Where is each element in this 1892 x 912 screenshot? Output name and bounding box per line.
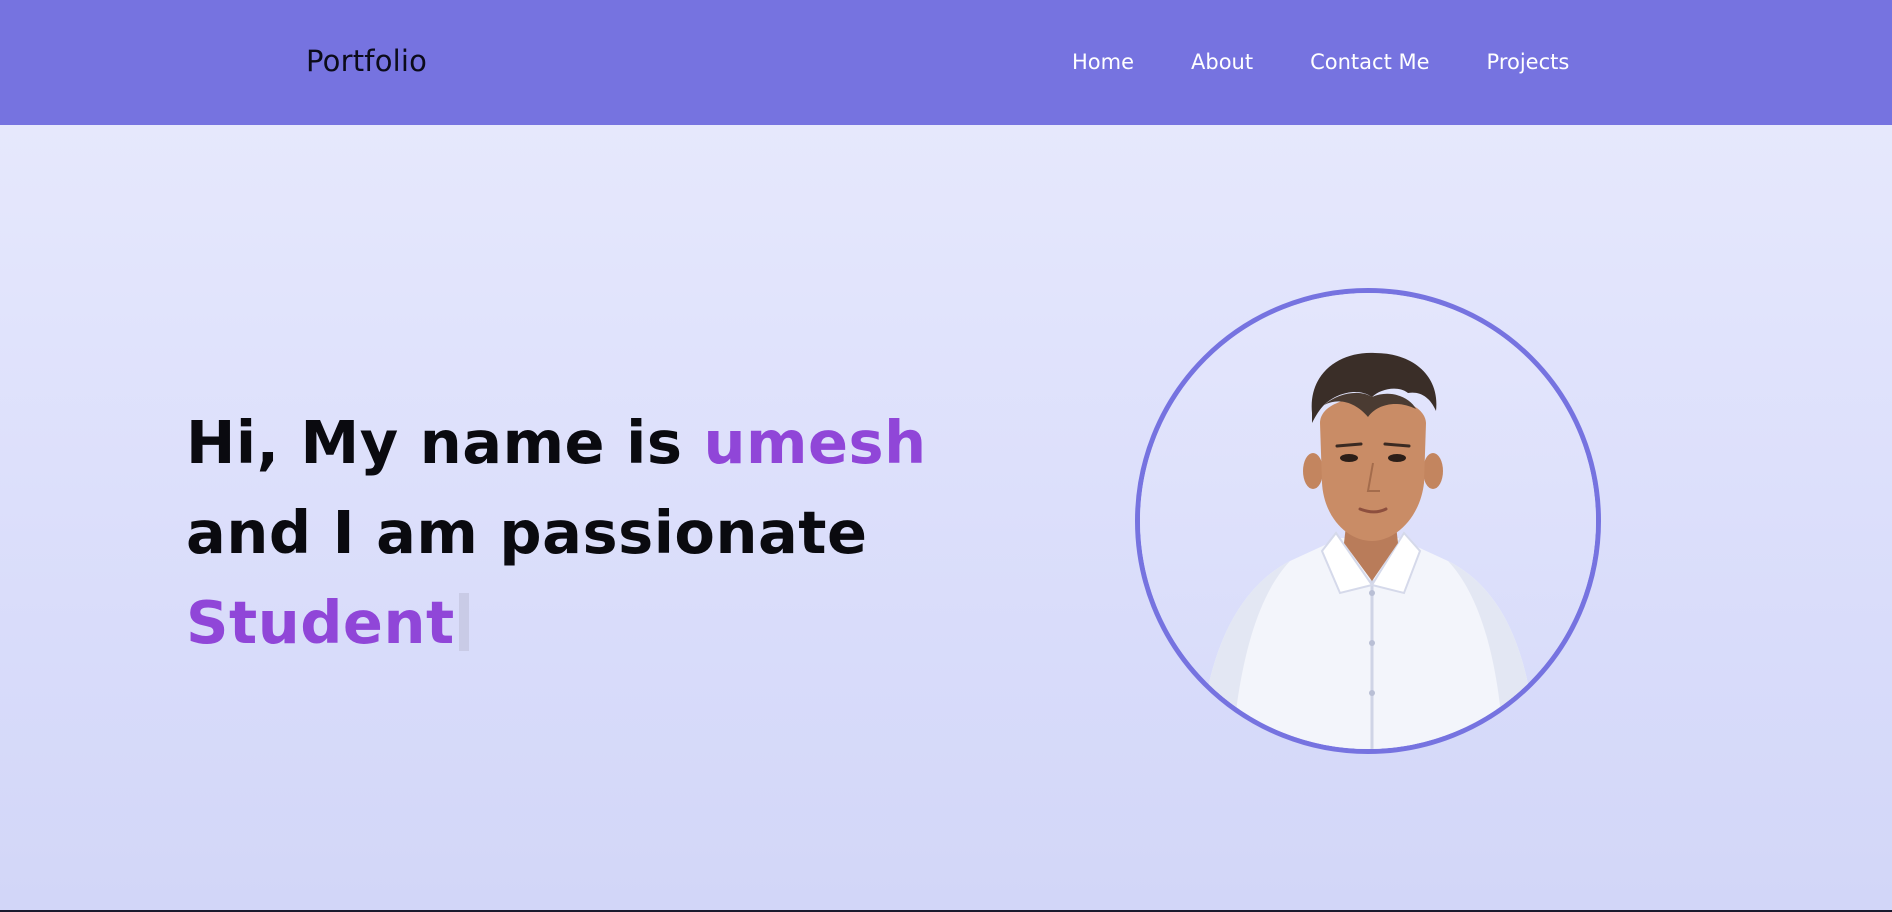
profile-photo (1135, 288, 1601, 754)
hero-line-3: Student (186, 578, 927, 668)
hero-line-1: Hi, My name is umesh (186, 398, 927, 488)
nav-link-projects[interactable]: Projects (1487, 50, 1570, 74)
nav-link-home[interactable]: Home (1072, 50, 1134, 74)
nav-link-contact[interactable]: Contact Me (1310, 50, 1429, 74)
hero-greeting: Hi, My name is (186, 408, 683, 477)
typed-role: Student (186, 588, 455, 657)
hero-name: umesh (703, 408, 927, 477)
nav-links: Home About Contact Me Projects (1072, 50, 1626, 74)
profile-photo-illustration (1140, 293, 1596, 749)
brand-logo[interactable]: Portfolio (306, 44, 427, 78)
navbar: Portfolio Home About Contact Me Projects (0, 0, 1892, 125)
hero-heading: Hi, My name is umesh and I am passionate… (186, 398, 927, 668)
hero-line-2: and I am passionate (186, 498, 868, 567)
nav-link-about[interactable]: About (1191, 50, 1253, 74)
typing-cursor (458, 593, 469, 651)
